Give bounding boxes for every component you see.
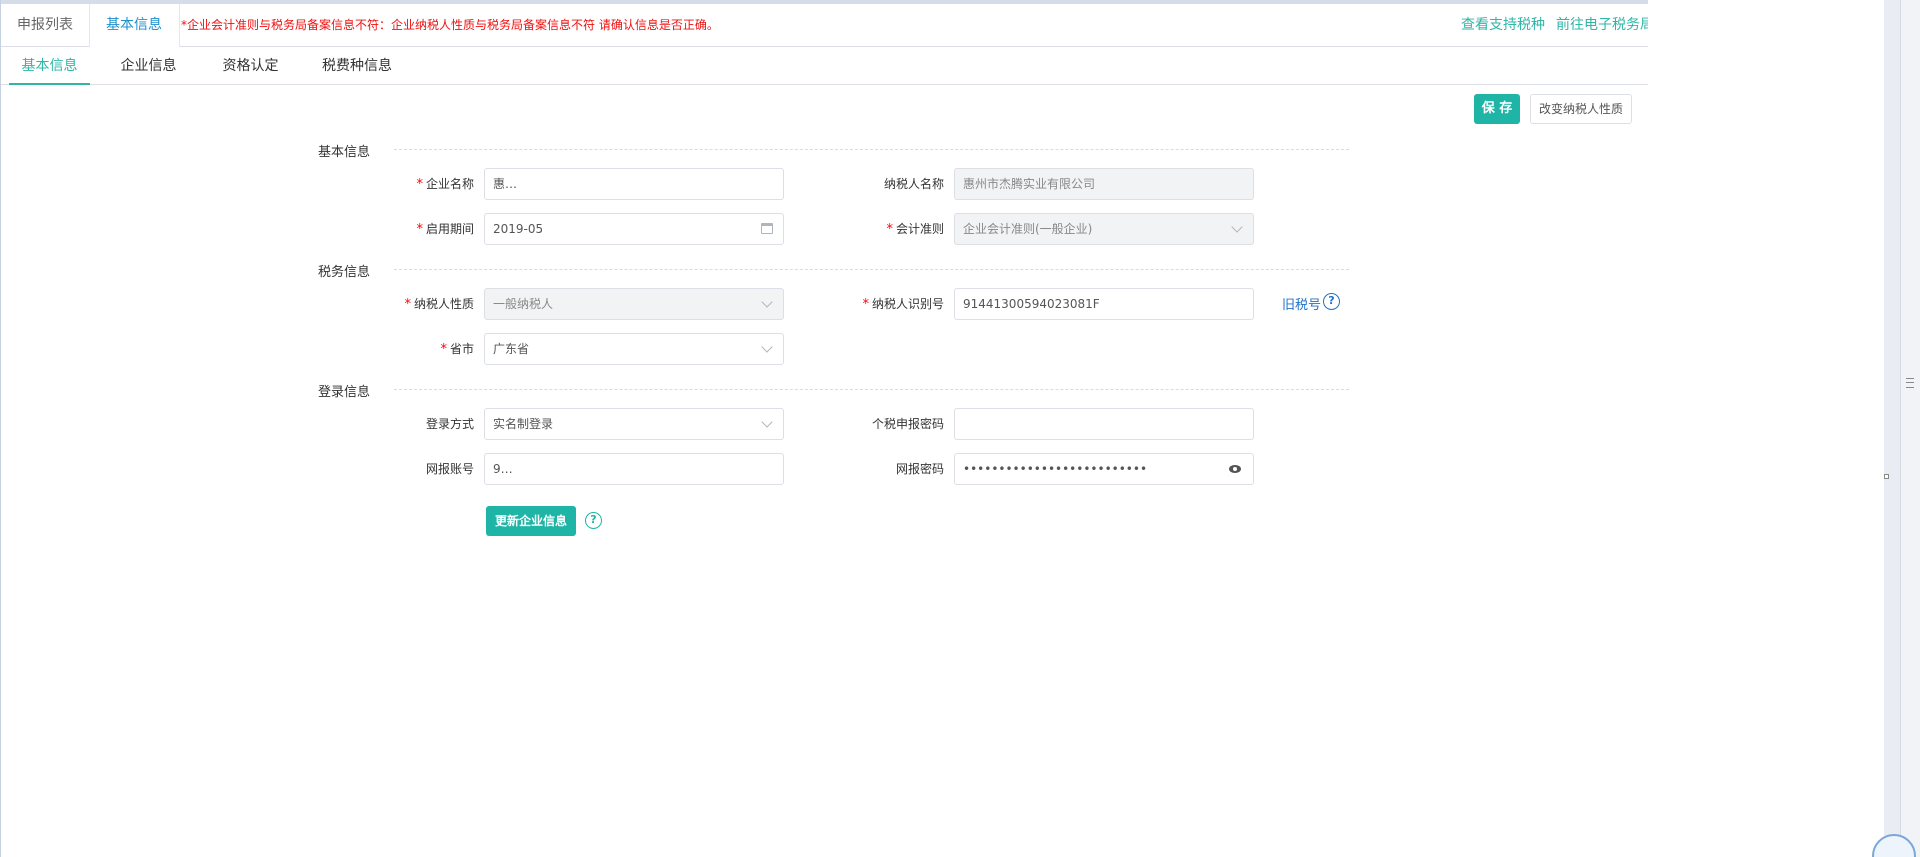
taxpayer-id-label: * 纳税人识别号 bbox=[862, 297, 944, 312]
company-name-input[interactable]: 惠… bbox=[484, 168, 784, 200]
resize-handle[interactable] bbox=[1884, 474, 1889, 479]
subtab-company-info[interactable]: 企业信息 bbox=[111, 47, 186, 85]
section-divider bbox=[394, 269, 1349, 270]
calendar-icon[interactable] bbox=[761, 223, 773, 234]
goto-e-tax-bureau-link[interactable]: 前往电子税务局 bbox=[1556, 4, 1648, 47]
chevron-down-icon bbox=[761, 416, 773, 428]
tab-basic-info[interactable]: 基本信息 bbox=[90, 4, 180, 47]
taxpayer-nature-value: 一般纳税人 bbox=[493, 297, 554, 311]
subtab-tax-types[interactable]: 税费种信息 bbox=[317, 47, 397, 85]
section-divider bbox=[394, 389, 1349, 390]
enable-period-picker[interactable]: 2019-05 bbox=[484, 213, 784, 245]
online-account-input[interactable]: 9… bbox=[484, 453, 784, 485]
taxpayer-nature-label: * 纳税人性质 bbox=[404, 297, 474, 312]
taxpayer-id-input[interactable]: 91441300594023081F bbox=[954, 288, 1254, 320]
online-account-label: 网报账号 bbox=[425, 462, 474, 476]
tab-declaration-list[interactable]: 申报列表 bbox=[1, 4, 90, 47]
taxpayer-name-label: 纳税人名称 bbox=[883, 177, 944, 191]
company-name-label: * 企业名称 bbox=[416, 177, 474, 192]
province-select[interactable]: 广东省 bbox=[484, 333, 784, 365]
login-method-select[interactable]: 实名制登录 bbox=[484, 408, 784, 440]
subtab-qualification[interactable]: 资格认定 bbox=[213, 47, 288, 85]
chevron-down-icon bbox=[1231, 221, 1243, 233]
province-label: * 省市 bbox=[440, 342, 474, 357]
help-icon[interactable]: ? bbox=[585, 512, 602, 529]
scrollbar-grip-icon[interactable] bbox=[1906, 378, 1914, 388]
enable-period-label: * 启用期间 bbox=[416, 222, 474, 237]
help-icon[interactable]: ? bbox=[1323, 293, 1340, 310]
login-method-value: 实名制登录 bbox=[493, 417, 554, 431]
enable-period-value: 2019-05 bbox=[493, 222, 544, 236]
pit-password-label: 个税申报密码 bbox=[871, 417, 944, 431]
warning-message: *企业会计准则与税务局备案信息不符：企业纳税人性质与税务局备案信息不符 请确认信… bbox=[181, 18, 719, 32]
pit-password-input[interactable] bbox=[954, 408, 1254, 440]
sub-tab-bar: 基本信息 企业信息 资格认定 税费种信息 bbox=[1, 47, 1648, 85]
page-frame: 申报列表 基本信息 *企业会计准则与税务局备案信息不符：企业纳税人性质与税务局备… bbox=[0, 0, 1884, 857]
eye-icon[interactable] bbox=[1229, 465, 1241, 473]
accounting-standard-value: 企业会计准则(一般企业) bbox=[963, 222, 1093, 236]
scrollbar[interactable] bbox=[1900, 0, 1920, 857]
section-divider bbox=[394, 149, 1349, 150]
taxpayer-name-input: 惠州市杰腾实业有限公司 bbox=[954, 168, 1254, 200]
old-tax-number-link[interactable]: 旧税号 bbox=[1282, 294, 1321, 313]
section-login-info-title: 登录信息 bbox=[318, 385, 371, 400]
subtab-basic-info[interactable]: 基本信息 bbox=[9, 47, 90, 85]
online-password-label: 网报密码 bbox=[895, 462, 944, 476]
accounting-standard-label: * 会计准则 bbox=[886, 222, 944, 237]
view-supported-taxes-link[interactable]: 查看支持税种 bbox=[1461, 4, 1545, 47]
update-company-info-button[interactable]: 更新企业信息 bbox=[486, 506, 576, 536]
section-tax-info-title: 税务信息 bbox=[318, 265, 371, 280]
accounting-standard-select: 企业会计准则(一般企业) bbox=[954, 213, 1254, 245]
chevron-down-icon bbox=[761, 341, 773, 353]
change-taxpayer-nature-button[interactable]: 改变纳税人性质 bbox=[1530, 94, 1632, 124]
save-button[interactable]: 保 存 bbox=[1474, 94, 1520, 124]
taxpayer-nature-select: 一般纳税人 bbox=[484, 288, 784, 320]
section-basic-info-title: 基本信息 bbox=[318, 145, 371, 160]
online-password-value: •••••••••••••••••••••••••• bbox=[963, 462, 1148, 476]
login-method-label: 登录方式 bbox=[425, 417, 474, 431]
province-value: 广东省 bbox=[493, 342, 530, 356]
chevron-down-icon bbox=[761, 296, 773, 308]
top-tab-bar: 申报列表 基本信息 *企业会计准则与税务局备案信息不符：企业纳税人性质与税务局备… bbox=[1, 0, 1648, 47]
online-password-input[interactable]: •••••••••••••••••••••••••• bbox=[954, 453, 1254, 485]
